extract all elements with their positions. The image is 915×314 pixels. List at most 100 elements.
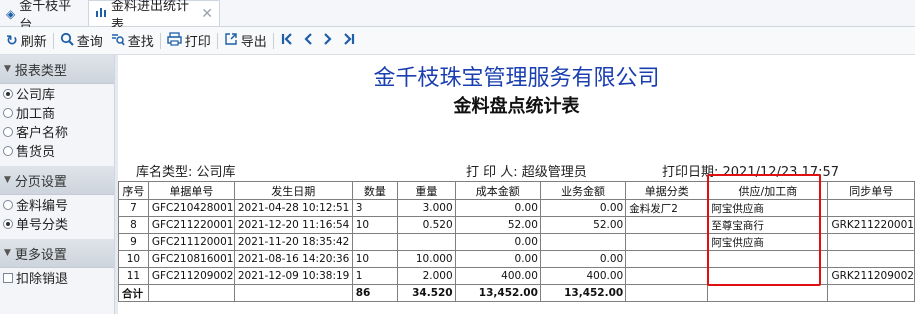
section-more-title: 更多设置 [14,247,67,263]
section-paging[interactable]: ▼ 分页设置 [0,166,114,195]
column-header[interactable]: 成本金额 [454,181,541,200]
cell-category [625,216,709,234]
report-area: 金千枝珠宝管理服务有限公司 金料盘点统计表 库名类型: 公司库 打 印 人: 超… [118,55,915,314]
table-row[interactable]: 7 GFC210428001 2021-04-28 10:12:51 3 3.0… [118,199,915,217]
option-label: 公司库 [16,88,56,103]
query-label: 查询 [76,35,103,50]
cell-supplier [707,250,829,268]
table-row[interactable]: 8 GFC211220001 2021-12-20 11:16:54 10 0.… [118,216,915,234]
cell-cost: 52.00 [454,216,541,234]
cell-business: 400.00 [539,267,627,285]
cell-seq: 7 [118,199,149,217]
cell-seq: 11 [118,267,149,285]
cell-date: 2021-04-28 10:12:51 [233,199,353,217]
cell-business: 52.00 [539,216,627,234]
cell-weight [397,233,456,251]
cell-order-no: GFC210816001 [147,250,235,268]
radio-icon[interactable] [3,145,13,156]
print-button[interactable]: 打印 [163,30,215,52]
option-label: 售货员 [16,145,56,160]
toolbar-divider [159,32,161,49]
cell-category [625,250,709,268]
column-header[interactable]: 单据单号 [147,181,235,200]
column-header[interactable]: 同步单号 [827,181,915,200]
table-row[interactable]: 11 GFC211209002 2021-12-09 10:38:19 1 2.… [118,267,915,285]
table-row[interactable]: 10 GFC210816001 2021-08-16 14:20:36 10 1… [118,250,915,268]
cell-sync-no [827,233,915,251]
report-title: 金料盘点统计表 [453,96,580,117]
cell-category [625,267,709,285]
find-button[interactable]: 查找 [107,30,158,52]
cell-date: 2021-08-16 14:20:36 [233,250,353,268]
find-label: 查找 [127,35,154,50]
export-label: 导出 [240,35,267,50]
export-icon [224,32,238,50]
cell-category: 金料发厂2 [625,199,709,217]
chart-icon [95,6,107,22]
refresh-button[interactable]: ↻ 刷新 [2,30,51,52]
cell-weight: 3.000 [397,199,456,217]
query-button[interactable]: 查询 [56,30,107,52]
export-button[interactable]: 导出 [220,30,271,52]
column-header[interactable]: 数量 [351,181,399,200]
column-header[interactable]: 发生日期 [233,181,353,200]
column-header[interactable]: 业务金额 [539,181,627,200]
column-header[interactable]: 重量 [397,181,456,200]
empty-cell [625,284,709,302]
table-header-row: 序号 单据单号 发生日期 数量 重量 成本金额 业务金额 单据分类 供应/加工商… [118,181,915,200]
tab-gold-report[interactable]: 金料进出统计表 ✕ [88,0,220,33]
find-icon [111,32,125,50]
cell-qty [351,233,399,251]
column-header[interactable]: 供应/加工商 [707,181,829,200]
total-qty: 86 [351,284,399,302]
printer-name: 打 印 人: 超级管理员 [466,165,587,180]
cell-business [539,233,627,251]
cell-category [625,233,709,251]
option-company-store[interactable]: 公司库 [0,84,114,103]
cell-weight: 10.000 [397,250,456,268]
next-page-icon[interactable] [318,30,338,51]
section-more[interactable]: ▼ 更多设置 [0,239,114,268]
cell-sync-no: GRK211220001 [827,216,915,234]
total-label: 合计 [118,284,149,302]
cell-order-no: GFC211220001 [147,216,235,234]
table-row[interactable]: 9 GFC211120001 2021-11-20 18:35:42 0.00 … [118,233,915,251]
column-header[interactable]: 单据分类 [625,181,709,200]
option-deduct-returns[interactable]: 扣除销退 [0,268,114,287]
cell-cost: 0.00 [454,233,541,251]
option-order-category[interactable]: 单号分类 [0,214,114,233]
option-customer-name[interactable]: 客户名称 [0,122,114,141]
prev-page-icon[interactable] [298,30,318,51]
column-header[interactable]: 序号 [118,181,149,200]
radio-icon[interactable] [3,88,13,99]
report-table: 序号 单据单号 发生日期 数量 重量 成本金额 业务金额 单据分类 供应/加工商… [118,181,915,302]
cell-date: 2021-12-20 11:16:54 [233,216,353,234]
total-cost: 13,452.00 [454,284,541,302]
last-page-icon[interactable] [338,30,360,51]
first-page-icon[interactable] [276,30,298,51]
cell-date: 2021-12-09 10:38:19 [233,267,353,285]
checkbox-icon[interactable] [3,272,13,283]
radio-icon[interactable] [3,199,13,210]
cell-business: 0.00 [539,199,627,217]
printer-icon [167,31,182,50]
total-weight: 34.520 [397,284,456,302]
toolbar-divider [52,32,54,49]
search-icon [60,32,74,50]
option-processor[interactable]: 加工商 [0,103,114,122]
total-business: 13,452.00 [539,284,627,302]
close-icon[interactable]: ✕ [201,6,213,22]
radio-icon[interactable] [3,126,13,137]
section-report-type-title: 报表类型 [14,63,67,79]
cell-qty: 1 [351,267,399,285]
empty-cell [147,284,235,302]
section-report-type[interactable]: ▼ 报表类型 [0,55,114,84]
radio-icon[interactable] [3,107,13,118]
radio-icon[interactable] [3,218,13,229]
cell-supplier: 至尊宝商行 [707,216,829,234]
toolbar-divider [216,32,218,49]
option-gold-number[interactable]: 金料编号 [0,195,114,214]
option-salesperson[interactable]: 售货员 [0,141,114,160]
option-label: 客户名称 [16,126,69,141]
tab-platform[interactable]: ◈ 金千枝平台 [0,0,88,33]
